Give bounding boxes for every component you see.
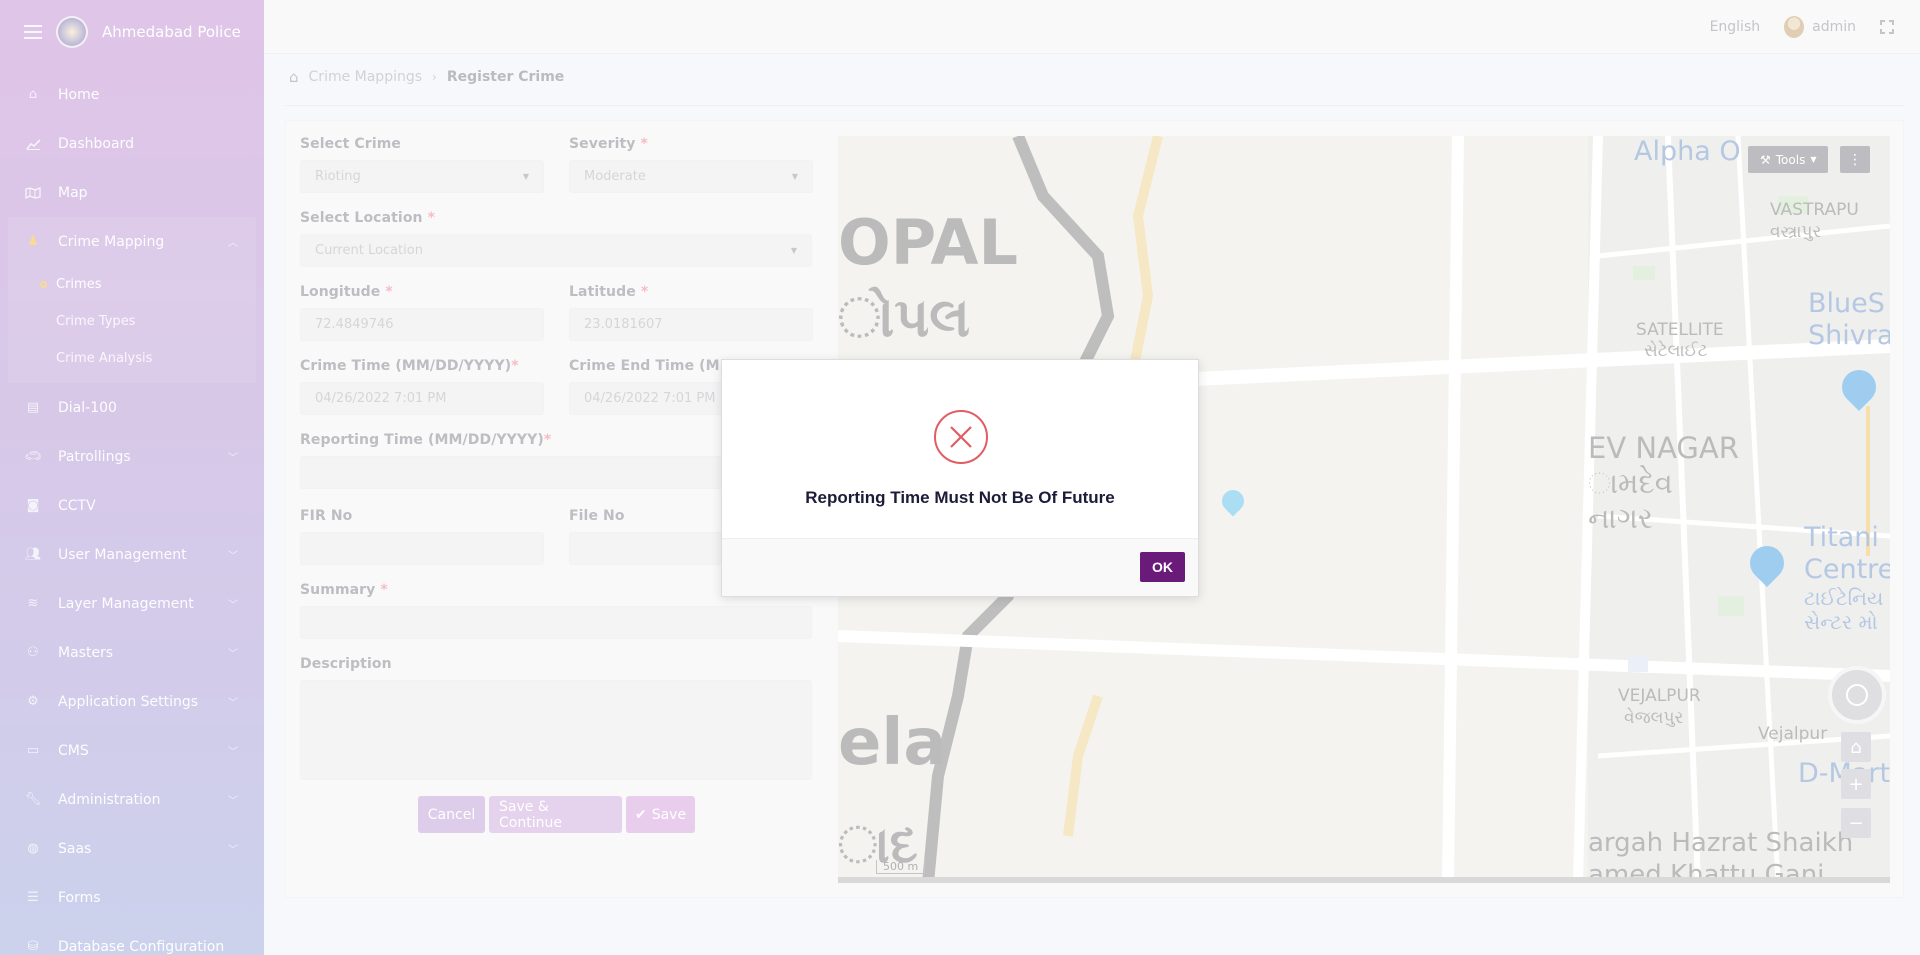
error-message: Reporting Time Must Not Be Of Future (805, 488, 1115, 507)
ok-button[interactable]: OK (1140, 552, 1185, 582)
dialog-footer: OK (722, 538, 1198, 596)
error-x-icon (934, 410, 988, 464)
error-dialog: Reporting Time Must Not Be Of Future OK (721, 359, 1199, 597)
